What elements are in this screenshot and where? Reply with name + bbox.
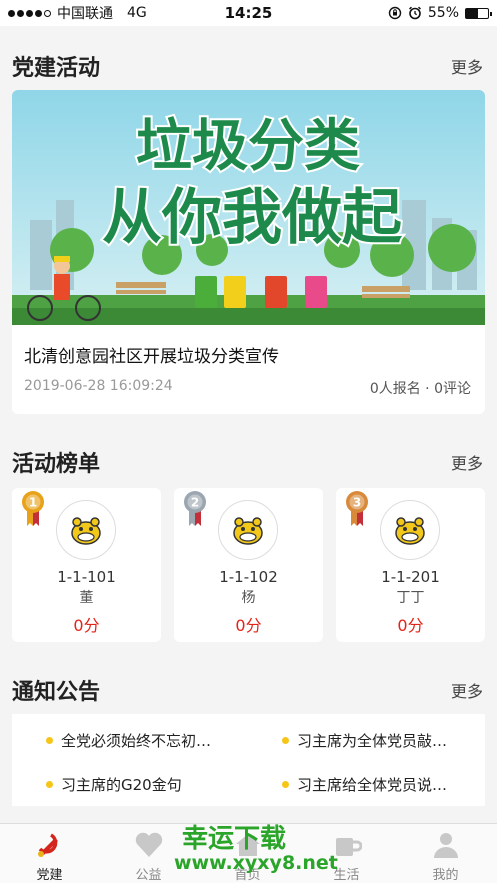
rank-score: 0分 — [235, 616, 262, 635]
hippo-icon — [233, 517, 263, 545]
notice-text: 习主席为全体党员敲… — [297, 732, 448, 750]
rotation-lock-icon — [388, 6, 402, 20]
medal-rank: 1 — [29, 496, 37, 510]
activity-more-link[interactable]: 更多 — [451, 54, 483, 78]
notice-item[interactable]: 习主席给全体党员说… — [282, 774, 447, 795]
medal-icon: 2 — [184, 491, 206, 526]
person-icon — [434, 833, 458, 858]
battery-percent: 55% — [427, 5, 459, 21]
rank-room: 1-1-201 — [381, 568, 440, 586]
status-bar: 中国联通 4G 14:25 55% — [0, 0, 497, 26]
avatar — [380, 500, 440, 560]
tab-label: 我的 — [432, 868, 459, 883]
bullet-icon — [46, 737, 53, 744]
activity-title: 北清创意园社区开展垃圾分类宣传 — [24, 347, 279, 367]
banner-line2: 从你我做起 — [102, 183, 403, 253]
ranking-more-link[interactable]: 更多 — [451, 450, 483, 474]
notice-section-header: 通知公告 更多 — [0, 668, 497, 708]
bullet-icon — [282, 781, 289, 788]
rank-room: 1-1-102 — [219, 568, 278, 586]
tab-label: 党建 — [36, 868, 63, 883]
rank-score: 0分 — [397, 616, 424, 635]
activity-date: 2019-06-28 16:09:24 — [24, 378, 173, 394]
notice-item[interactable]: 习主席的G20金句 — [46, 774, 182, 795]
alarm-icon — [408, 6, 421, 20]
bullet-icon — [46, 781, 53, 788]
activity-banner-image: 垃圾分类 从你我做起 — [12, 90, 485, 325]
party-emblem-icon — [38, 833, 58, 857]
hippo-icon — [71, 517, 101, 545]
notice-text: 习主席给全体党员说… — [297, 776, 448, 794]
rank-name: 丁丁 — [396, 590, 425, 606]
notice-item[interactable]: 习主席为全体党员敲… — [282, 730, 447, 751]
medal-icon: 1 — [22, 491, 44, 526]
bullet-icon — [282, 737, 289, 744]
ranking-section-title: 活动榜单 — [12, 452, 101, 477]
medal-icon: 3 — [346, 491, 368, 526]
activity-stats: 0人报名 · 0评论 — [369, 381, 471, 397]
activity-section-header: 党建活动 更多 — [0, 44, 497, 84]
rank-card[interactable]: 2 1-1-102 杨 0分 — [174, 488, 323, 642]
ranking-section-header: 活动榜单 更多 — [0, 440, 497, 480]
notice-section-title: 通知公告 — [12, 680, 101, 705]
notice-item[interactable]: 全党必须始终不忘初… — [46, 730, 211, 751]
rank-room: 1-1-101 — [57, 568, 116, 586]
banner-line1: 垃圾分类 — [136, 114, 360, 179]
hippo-icon — [395, 517, 425, 545]
tab-party[interactable]: 党建 — [0, 824, 99, 883]
notice-card: 全党必须始终不忘初… 习主席为全体党员敲… 习主席的G20金句 习主席给全体党员… — [12, 714, 485, 806]
notice-text: 习主席的G20金句 — [61, 776, 182, 794]
rank-name: 杨 — [241, 590, 256, 606]
activity-card[interactable]: 垃圾分类 从你我做起 北清创意园社区开展垃圾分类宣传 2019-06-28 16… — [12, 90, 485, 414]
avatar — [56, 500, 116, 560]
rank-score: 0分 — [73, 616, 100, 635]
activity-section-title: 党建活动 — [12, 56, 101, 81]
watermark: 幸运下载 www.xyxy8.net — [174, 818, 338, 882]
notice-text: 全党必须始终不忘初… — [61, 732, 212, 750]
medal-rank: 2 — [191, 496, 199, 510]
status-right: 55% — [388, 5, 492, 21]
rank-name: 董 — [79, 590, 94, 606]
notice-more-link[interactable]: 更多 — [451, 678, 483, 702]
rank-card[interactable]: 3 1-1-201 丁丁 0分 — [336, 488, 485, 642]
avatar — [218, 500, 278, 560]
medal-rank: 3 — [353, 496, 361, 510]
battery-icon — [465, 7, 492, 19]
watermark-text: 幸运下载 — [182, 824, 287, 854]
rank-card[interactable]: 1 1-1-101 董 0分 — [12, 488, 161, 642]
heart-icon — [135, 832, 163, 857]
watermark-url: www.xyxy8.net — [174, 852, 338, 874]
tab-mine[interactable]: 我的 — [396, 824, 495, 883]
